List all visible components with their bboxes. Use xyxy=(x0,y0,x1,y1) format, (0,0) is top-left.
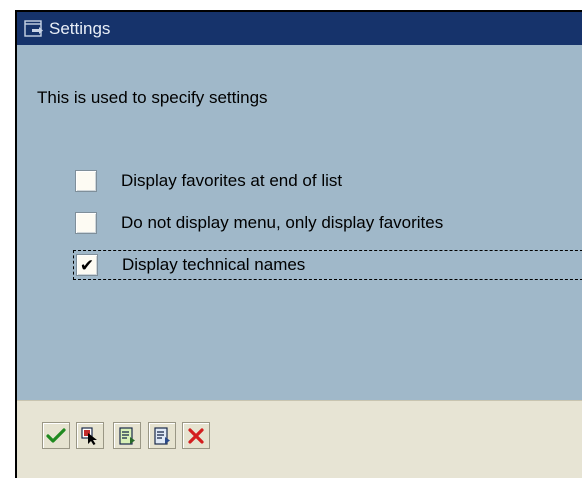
cancel-button[interactable] xyxy=(182,422,210,449)
option-label: Display technical names xyxy=(122,255,306,274)
option-label: Display favorites at end of list xyxy=(121,171,343,190)
select-button[interactable] xyxy=(76,422,104,449)
settings-dialog: Settings This is used to specify setting… xyxy=(15,10,582,478)
checkbox-favorites-at-end[interactable] xyxy=(75,170,97,192)
red-x-icon xyxy=(188,427,204,444)
green-checkmark-icon xyxy=(46,427,66,443)
checkbox-technical-names[interactable]: ✔ xyxy=(76,254,98,276)
document-blue-button[interactable] xyxy=(148,422,176,449)
option-favorites-at-end[interactable]: Display favorites at end of list xyxy=(73,166,582,196)
dialog-titlebar[interactable]: Settings xyxy=(17,12,582,45)
dialog-body: This is used to specify settings Display… xyxy=(17,45,582,400)
document-green-icon xyxy=(119,426,135,445)
select-cursor-icon xyxy=(81,426,97,445)
checkmark-icon: ✔ xyxy=(79,255,95,275)
dialog-window-icon xyxy=(23,19,45,39)
dialog-description: This is used to specify settings xyxy=(37,88,268,107)
document-blue-icon xyxy=(154,426,170,445)
option-only-favorites[interactable]: Do not display menu, only display favori… xyxy=(73,208,582,238)
confirm-button[interactable] xyxy=(42,422,70,449)
option-technical-names[interactable]: ✔ Display technical names xyxy=(73,250,582,280)
dialog-toolbar xyxy=(17,400,582,478)
document-green-button[interactable] xyxy=(113,422,141,449)
checkbox-only-favorites[interactable] xyxy=(75,212,97,234)
option-label: Do not display menu, only display favori… xyxy=(121,213,444,232)
dialog-title: Settings xyxy=(49,18,111,38)
